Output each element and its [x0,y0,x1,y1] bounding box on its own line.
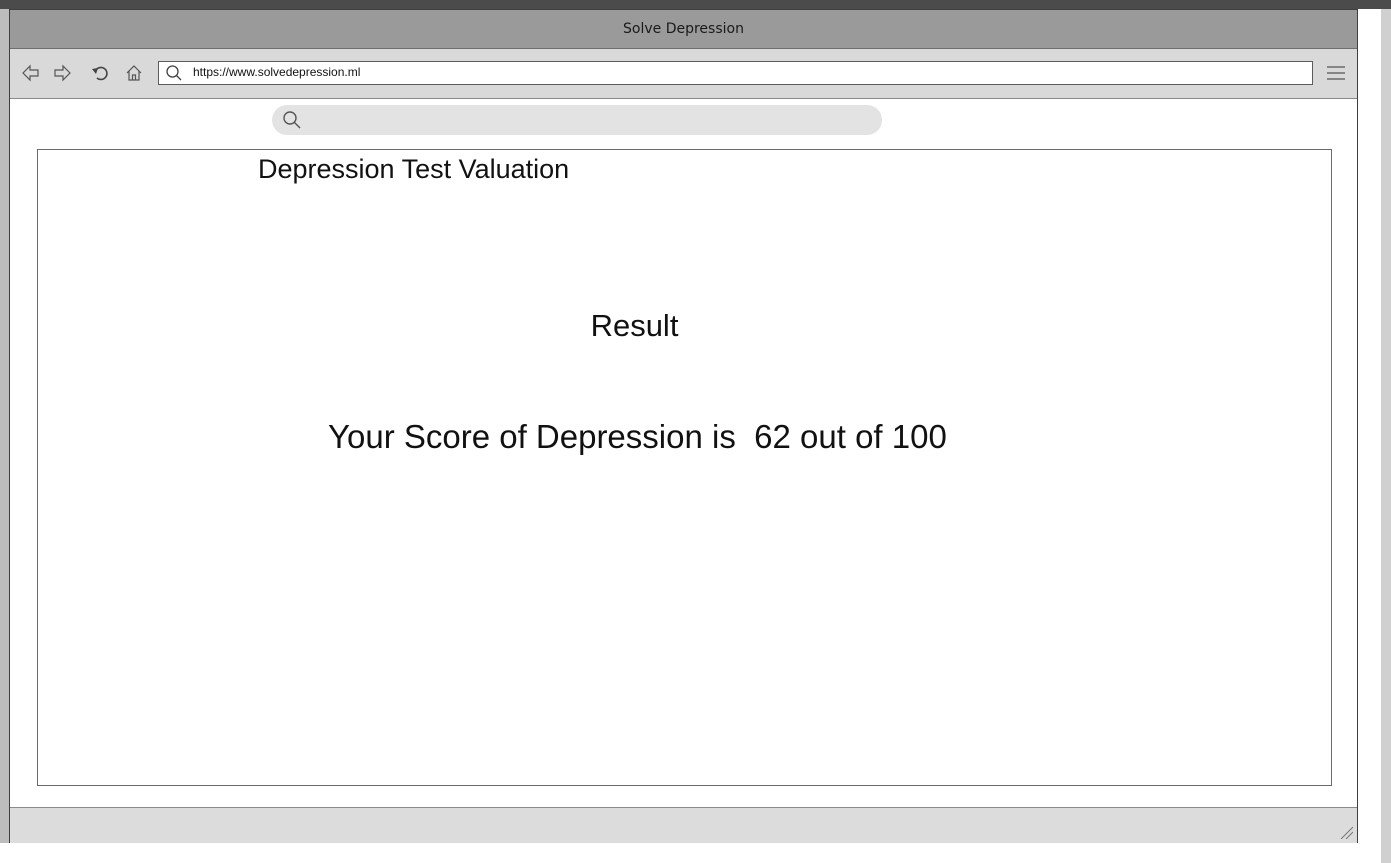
search-input[interactable] [272,105,882,135]
resize-grip-icon[interactable] [1339,825,1353,839]
search-icon [166,65,182,81]
menu-icon[interactable] [1326,65,1346,81]
back-icon[interactable] [21,63,41,83]
window-title: Solve Depression [623,21,744,37]
page-title: Depression Test Valuation [258,154,570,184]
screen-top-border [0,0,1391,9]
score-text: Your Score of Depression is 62 out of 10… [328,418,947,455]
screen-right-margin [1358,9,1381,863]
address-url: https://www.solvedepression.ml [193,65,361,79]
window-titlebar: Solve Depression [10,10,1357,49]
page-content: Depression Test Valuation Result Your Sc… [10,99,1357,807]
screen-left-border [0,9,9,843]
result-panel: Depression Test Valuation Result Your Sc… [37,149,1332,786]
home-icon[interactable] [124,63,144,83]
browser-window: Solve Depression https://www.solvedepres… [9,9,1358,843]
forward-icon[interactable] [52,63,72,83]
browser-toolbar: https://www.solvedepression.ml [10,49,1357,99]
result-heading: Result [590,308,679,343]
search-icon [283,111,301,129]
address-bar[interactable]: https://www.solvedepression.ml [158,61,1313,85]
reload-icon[interactable] [90,63,110,83]
page-scrollbar[interactable] [1381,9,1391,863]
status-bar [10,807,1357,843]
